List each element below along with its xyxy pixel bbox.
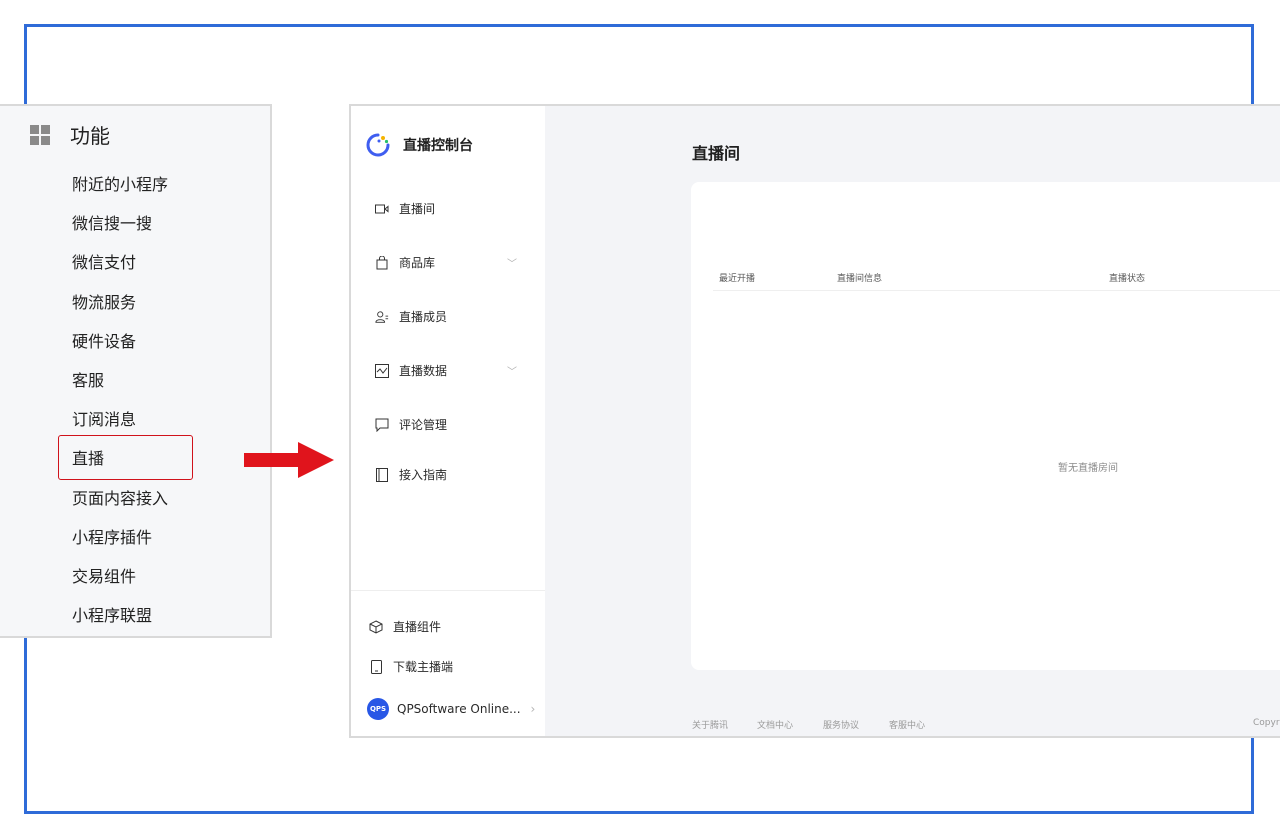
- page-title: 直播间: [692, 144, 741, 163]
- function-item[interactable]: 页面内容接入: [72, 488, 168, 527]
- chart-icon: [375, 363, 389, 378]
- function-item[interactable]: 客服: [72, 370, 168, 409]
- chevron-down-icon[interactable]: ﹀: [507, 255, 517, 270]
- nav-item-comments[interactable]: 评论管理: [375, 416, 447, 433]
- table-header: 直播状态: [1109, 274, 1146, 284]
- footer-link-support[interactable]: 客服中心: [889, 718, 925, 731]
- footer-link-terms[interactable]: 服务协议: [823, 718, 859, 731]
- function-item[interactable]: 附近的小程序: [72, 174, 168, 213]
- function-title: 功能: [70, 124, 110, 148]
- brand: 直播控制台: [365, 132, 473, 158]
- nav-item-download-host[interactable]: 下载主播端: [369, 658, 453, 675]
- function-item[interactable]: 小程序插件: [72, 527, 168, 566]
- members-icon: [375, 310, 389, 324]
- nav-label: 接入指南: [399, 468, 448, 482]
- nav-item-live-component[interactable]: 直播组件: [369, 618, 441, 635]
- book-icon: [375, 467, 389, 482]
- function-item[interactable]: 交易组件: [72, 566, 168, 605]
- nav-label: 商品库: [399, 256, 436, 270]
- comment-icon: [375, 418, 389, 432]
- function-item[interactable]: 微信搜一搜: [72, 213, 168, 252]
- function-list: 附近的小程序 微信搜一搜 微信支付 物流服务 硬件设备 客服 订阅消息 直播 页…: [72, 174, 168, 644]
- function-header: 功能: [30, 120, 110, 149]
- nav-item-product-library[interactable]: 商品库 ﹀: [375, 254, 545, 271]
- function-item[interactable]: 物流服务: [72, 292, 168, 331]
- nav-label: 直播成员: [399, 310, 448, 324]
- function-item[interactable]: 硬件设备: [72, 331, 168, 370]
- highlight-box: [58, 435, 193, 480]
- table-header: 直播间信息: [837, 274, 883, 284]
- shopping-bag-icon: [375, 255, 389, 270]
- table-header: 最近开播: [719, 274, 756, 284]
- nav-item-guide[interactable]: 接入指南: [375, 466, 447, 483]
- nav-item-members[interactable]: 直播成员: [375, 308, 447, 325]
- nav-label: 直播间: [399, 202, 436, 216]
- video-camera-icon: [375, 202, 389, 216]
- empty-state-text: 暂无直播房间: [1058, 463, 1118, 474]
- nav-label: 下载主播端: [393, 660, 454, 674]
- live-console-window: 直播控制台 直播间 商品库 ﹀ 直播成员 直播数据 ﹀ 评论管理 接入指南 直播…: [349, 104, 1280, 738]
- chevron-right-icon: ›: [530, 702, 536, 716]
- nav-label: 评论管理: [399, 418, 448, 432]
- brand-logo-icon: [366, 133, 390, 157]
- cube-icon: [369, 619, 383, 634]
- nav-divider: [351, 590, 545, 591]
- console-sidebar: 直播控制台 直播间 商品库 ﹀ 直播成员 直播数据 ﹀ 评论管理 接入指南 直播…: [351, 106, 545, 736]
- account-name: QPSoftware Online...: [397, 702, 521, 716]
- live-room-table-card: 最近开播 直播间信息 直播状态 暂无直播房间: [691, 182, 1280, 670]
- arrow-right-icon: [244, 442, 334, 478]
- function-item[interactable]: 微信支付: [72, 252, 168, 291]
- account-logo: QPS: [367, 698, 389, 720]
- table-header-divider: [713, 290, 1280, 291]
- phone-icon: [369, 659, 383, 674]
- chevron-down-icon[interactable]: ﹀: [507, 363, 517, 378]
- nav-label: 直播数据: [399, 364, 448, 378]
- function-panel: 功能 附近的小程序 微信搜一搜 微信支付 物流服务 硬件设备 客服 订阅消息 直…: [0, 104, 272, 638]
- nav-item-live-data[interactable]: 直播数据 ﹀: [375, 362, 545, 379]
- footer-link-docs[interactable]: 文档中心: [757, 718, 793, 731]
- footer-copyright: Copyri: [1253, 718, 1280, 728]
- footer-link-about[interactable]: 关于腾讯: [692, 718, 728, 731]
- nav-item-live-room[interactable]: 直播间: [375, 200, 435, 217]
- account-switcher[interactable]: QPS QPSoftware Online... ›: [367, 698, 535, 720]
- function-item[interactable]: 小程序联盟: [72, 605, 168, 644]
- nav-label: 直播组件: [393, 620, 442, 634]
- grid-icon: [30, 124, 50, 145]
- brand-title: 直播控制台: [403, 138, 473, 154]
